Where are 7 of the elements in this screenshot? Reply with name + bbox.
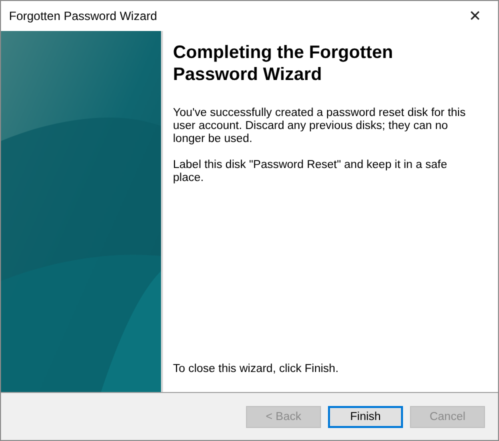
info-paragraph: You've successfully created a password reset disk for this user account. Discard any previous disks; they can no longer be used. xyxy=(173,107,467,146)
closing-hint: To close this wizard, click Finish. xyxy=(173,363,340,375)
window-title: Forgotten Password Wizard xyxy=(9,9,158,23)
wizard-heading: Completing the Forgotten Password Wizard xyxy=(173,41,394,85)
wizard-button[interactable]: Finish xyxy=(328,406,403,428)
close-button[interactable]: ✕ xyxy=(452,1,498,31)
info-paragraph: Label this disk "Password Reset" and keep it in a safe place. xyxy=(173,159,448,185)
